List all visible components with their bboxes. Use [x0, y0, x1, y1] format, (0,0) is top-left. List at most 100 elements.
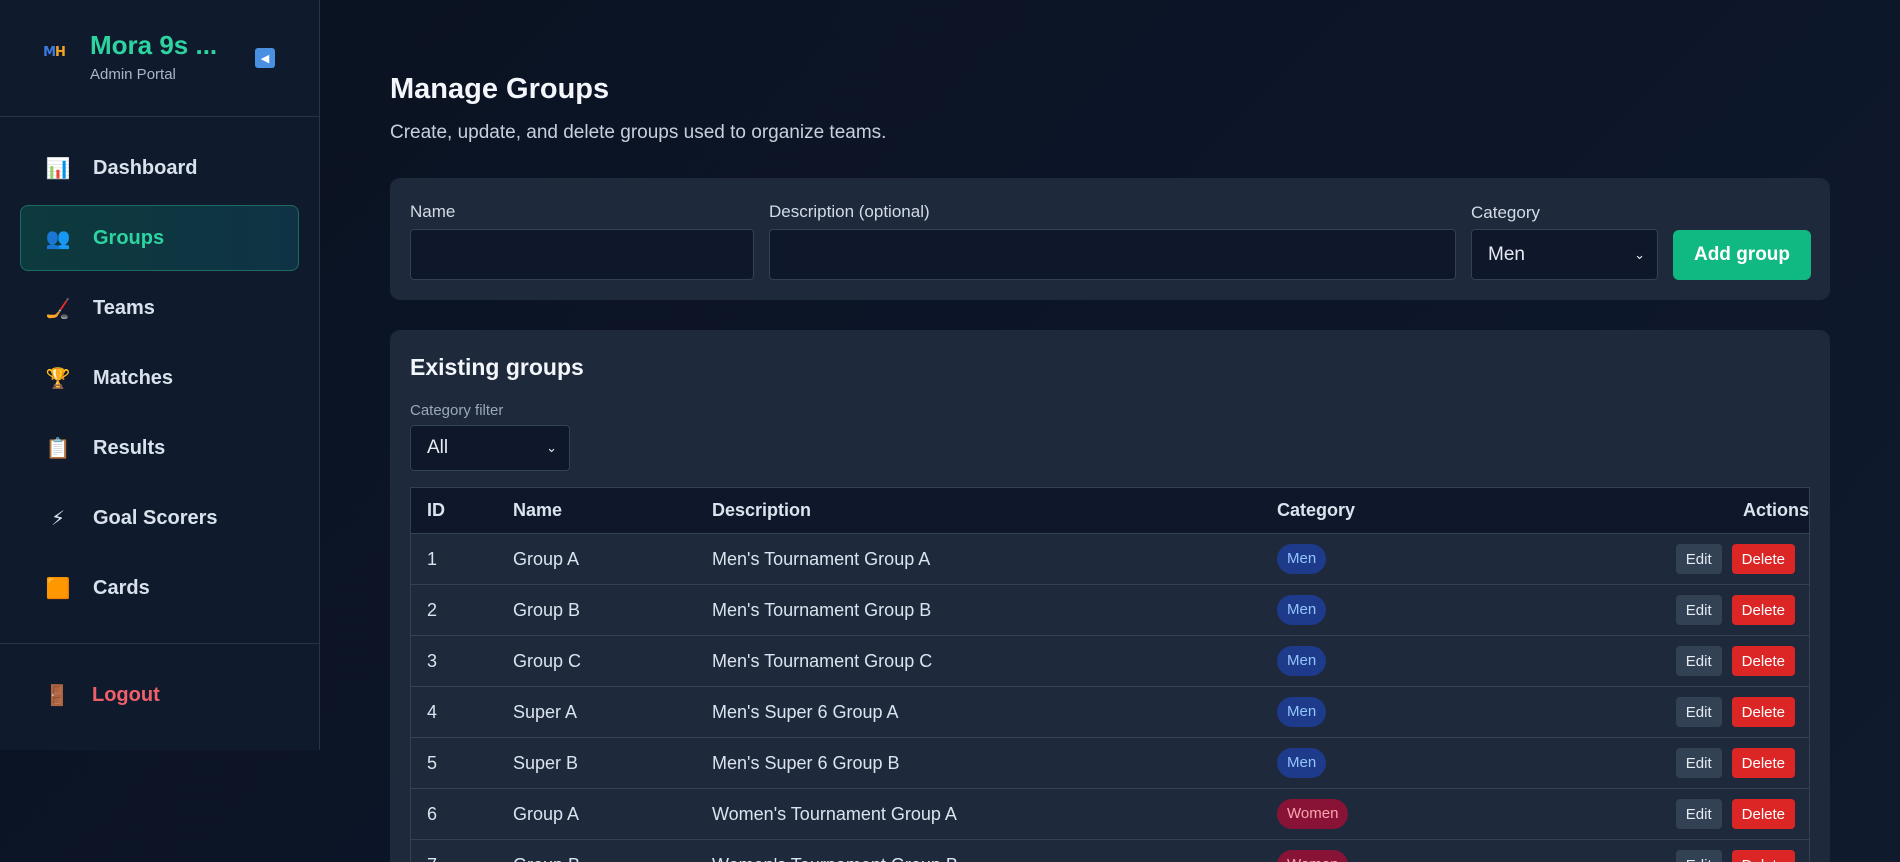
delete-button[interactable]: Delete	[1731, 595, 1795, 625]
cell-description: Men's Super 6 Group B	[712, 752, 900, 773]
table-row: 4 Super A Men's Super 6 Group A Men Edit Dele…	[411, 687, 1809, 738]
collapse-sidebar-button[interactable]: ◀	[255, 48, 275, 68]
trophy-icon: 🏆	[45, 367, 71, 390]
cell-description: Men's Tournament Group C	[712, 650, 933, 671]
column-header-name: Name	[513, 500, 563, 520]
delete-button[interactable]: Delete	[1731, 850, 1795, 862]
cell-id: 7	[411, 855, 513, 862]
cell-actions: Edit Delete	[1527, 850, 1809, 862]
cell-description: Men's Super 6 Group A	[712, 701, 899, 722]
lightning-icon: ⚡	[50, 507, 66, 530]
actions-header-label: Actions	[1742, 500, 1809, 520]
table-row: 6 Group A Women's Tournament Group A Women E…	[411, 789, 1809, 840]
sidebar-item-label: Matches	[93, 366, 174, 389]
page-title: Manage Groups	[390, 73, 610, 105]
cell-name: Group A	[513, 548, 580, 569]
cell-name: Group C	[513, 650, 582, 671]
sidebar-item-dashboard[interactable]: 📊 Dashboard	[20, 135, 299, 201]
column-header-actions: Actions	[1527, 500, 1809, 521]
cell-actions: Edit Delete	[1527, 595, 1809, 625]
cell-description: Men's Tournament Group B	[712, 599, 932, 620]
sidebar-item-label: Teams	[93, 296, 155, 319]
sidebar-item-cards[interactable]: 🟧 Cards	[20, 555, 299, 621]
delete-button[interactable]: Delete	[1731, 799, 1795, 829]
brand-title: Mora 9s ...	[90, 29, 218, 60]
edit-button[interactable]: Edit	[1675, 850, 1722, 862]
delete-button[interactable]: Delete	[1731, 544, 1795, 574]
delete-button[interactable]: Delete	[1731, 697, 1795, 727]
edit-button[interactable]: Edit	[1675, 697, 1722, 727]
table-header: ID Name Description Category Actions	[411, 488, 1809, 534]
cell-category: Men	[1277, 748, 1527, 778]
sidebar-item-matches[interactable]: 🏆 Matches	[20, 345, 299, 411]
cell-category: Men	[1277, 646, 1527, 676]
cell-actions: Edit Delete	[1527, 799, 1809, 829]
sidebar-item-goal-scorers[interactable]: ⚡ Goal Scorers	[20, 485, 299, 551]
sidebar-item-teams[interactable]: 🏒 Teams	[20, 275, 299, 341]
logout-button[interactable]: 🚪 Logout	[20, 668, 299, 722]
category-badge: Men	[1277, 748, 1327, 778]
delete-button[interactable]: Delete	[1731, 748, 1795, 778]
add-group-button[interactable]: Add group	[1673, 230, 1811, 280]
cell-name: Group B	[513, 599, 581, 620]
logo-letter-m: M	[43, 44, 56, 60]
cell-description: Women's Tournament Group B	[712, 855, 1277, 862]
cell-id: 3	[427, 650, 438, 671]
groups-list-card: Existing groups Category filter All ⌄ ID…	[390, 330, 1830, 862]
cell-category: Women	[1277, 799, 1527, 829]
category-badge: Men	[1277, 595, 1327, 625]
sidebar-item-results[interactable]: 📋 Results	[20, 415, 299, 481]
sidebar-item-groups[interactable]: 👥 Groups	[20, 205, 299, 271]
column-header-description: Description	[712, 500, 812, 520]
cell-description: Women's Tournament Group A	[712, 803, 957, 824]
table-row: 7Group BWomen's Tournament Group BWomen E…	[411, 840, 1809, 862]
category-badge: Men	[1277, 544, 1327, 574]
cell-category: Women	[1277, 850, 1527, 862]
category-badge: Women	[1277, 850, 1349, 862]
edit-button[interactable]: Edit	[1675, 646, 1722, 676]
sidebar: MH Mora 9s ... Admin Portal ◀ 📊 Dashboard…	[0, 0, 320, 750]
cell-id: 1	[427, 548, 438, 569]
add-group-form: Name Description (optional) Category Men…	[390, 178, 1830, 300]
table-body: 1 Group A Men's Tournament Group A Men Edit D…	[411, 534, 1809, 862]
table-row: 5 Super B Men's Super 6 Group B Men Edit Dele…	[411, 738, 1809, 789]
category-select[interactable]: Men ⌄	[1471, 229, 1658, 280]
description-label: Description (optional)	[769, 202, 930, 221]
description-input[interactable]	[769, 229, 1456, 280]
cell-id: 6	[427, 803, 438, 824]
sidebar-item-label: Results	[93, 436, 166, 459]
logo-letter-h: H	[55, 44, 66, 60]
nav-divider	[0, 643, 319, 644]
table-row: 2 Group B Men's Tournament Group B Men Edit D…	[411, 585, 1809, 636]
edit-button[interactable]: Edit	[1675, 799, 1722, 829]
brand-subtitle: Admin Portal	[90, 65, 176, 83]
cell-name: Group B	[513, 855, 712, 862]
cell-name: Super B	[513, 752, 579, 773]
edit-button[interactable]: Edit	[1675, 544, 1722, 574]
cell-id: 4	[427, 701, 438, 722]
category-badge: Men	[1277, 697, 1327, 727]
users-icon: 👥	[45, 227, 71, 250]
category-label: Category	[1471, 203, 1540, 222]
cell-name: Super A	[513, 701, 578, 722]
edit-button[interactable]: Edit	[1675, 748, 1722, 778]
cell-category: Men	[1277, 595, 1527, 625]
sidebar-item-label: Dashboard	[93, 156, 198, 179]
door-icon: 🚪	[44, 684, 70, 707]
category-filter-select[interactable]: All ⌄	[410, 425, 570, 471]
clipboard-icon: 📋	[45, 437, 71, 460]
name-input[interactable]	[410, 229, 754, 280]
chevron-down-icon: ⌄	[546, 440, 557, 455]
cell-actions: Edit Delete	[1527, 544, 1809, 574]
edit-button[interactable]: Edit	[1675, 595, 1722, 625]
category-badge: Women	[1277, 799, 1349, 829]
groups-table: ID Name Description Category Actions 1 Gr…	[410, 487, 1810, 862]
sidebar-item-label: Goal Scorers	[93, 506, 218, 529]
category-filter-value: All	[427, 437, 449, 458]
category-badge: Men	[1277, 646, 1327, 676]
chevron-down-icon: ⌄	[1634, 246, 1645, 262]
logo: MH	[28, 40, 80, 64]
table-row: 1 Group A Men's Tournament Group A Men Edit D…	[411, 534, 1809, 585]
delete-button[interactable]: Delete	[1731, 646, 1795, 676]
cell-category: Men	[1277, 697, 1527, 727]
